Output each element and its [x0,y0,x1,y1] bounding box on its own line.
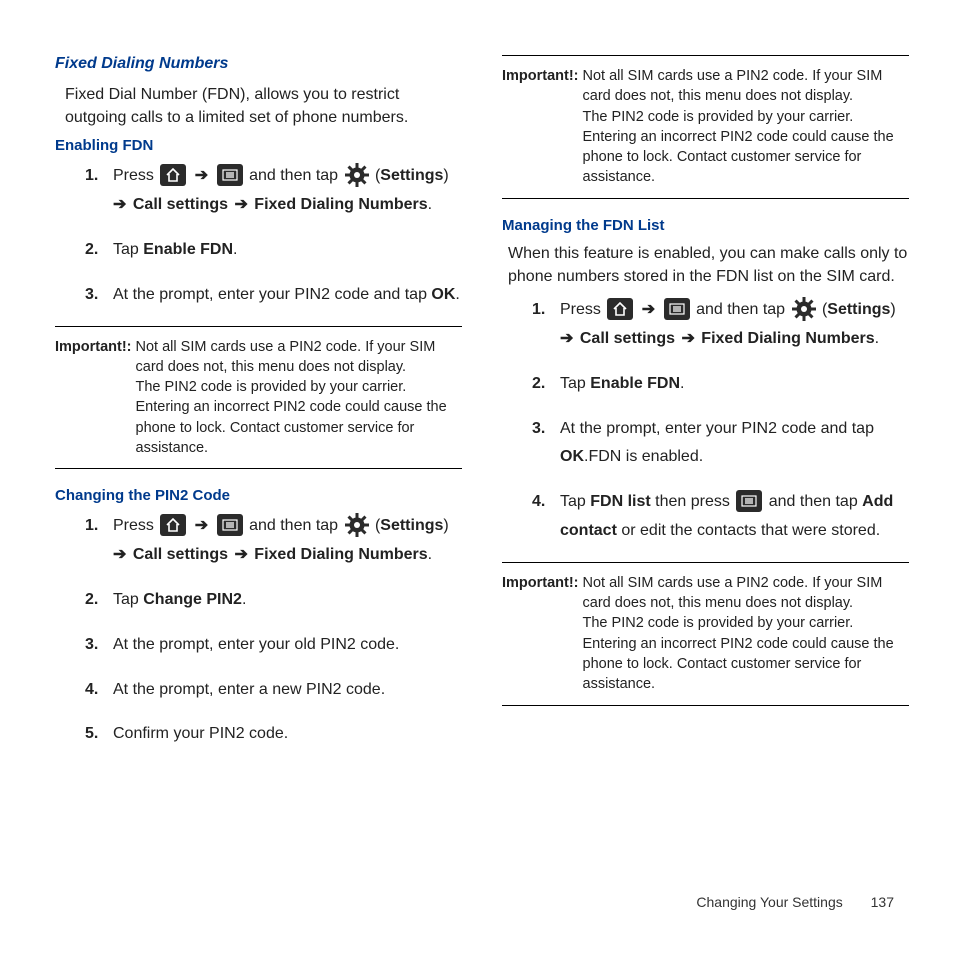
bold: Enable FDN [590,375,680,392]
important-line: Not all SIM cards use a PIN2 code. If yo… [583,66,909,107]
bold: Call settings [580,330,675,347]
step-1: Press ➔ and then tap (Settings) ➔ Call s… [85,162,462,220]
gear-icon [345,513,369,537]
right-column: Important!: Not all SIM cards use a PIN2… [502,55,909,765]
bold: Fixed Dialing Numbers [254,196,427,213]
important-label: Important!: [502,66,583,188]
arrow: ➔ [188,167,214,184]
important-line: Not all SIM cards use a PIN2 code. If yo… [136,337,462,378]
step-2: Tap Enable FDN. [532,370,909,399]
step-3: At the prompt, enter your old PIN2 code. [85,631,462,660]
important-line: The PIN2 code is provided by your carrie… [583,107,909,188]
text: Tap [113,241,143,258]
page-footer: Changing Your Settings 137 [696,894,894,910]
steps-changing: Press ➔ and then tap (Settings) ➔ Call s… [85,512,462,749]
important-note: Important!: Not all SIM cards use a PIN2… [55,326,462,470]
home-icon [160,164,186,186]
text: and then tap [764,493,862,510]
gear-icon [792,297,816,321]
text: Tap [560,493,590,510]
text: At the prompt, enter your PIN2 code and … [560,420,874,437]
home-icon [607,298,633,320]
bold: Call settings [133,196,228,213]
important-label: Important!: [502,573,583,695]
text: and then tap [692,301,790,318]
text: .FDN is enabled. [584,448,703,465]
bold: Change PIN2 [143,591,242,608]
bold: Settings [827,301,890,318]
step-4: Tap FDN list then press and then tap Add… [532,488,909,546]
text: Press [560,301,605,318]
menu-icon [736,490,762,512]
section-title: Fixed Dialing Numbers [55,55,462,73]
subheading-enabling-fdn: Enabling FDN [55,137,462,154]
important-label: Important!: [55,337,136,459]
menu-icon [217,514,243,536]
arrow: ➔ [228,196,254,213]
arrow: ➔ [635,301,661,318]
steps-managing: Press ➔ and then tap (Settings) ➔ Call s… [532,296,909,546]
important-line: Not all SIM cards use a PIN2 code. If yo… [583,573,909,614]
text: . [680,375,684,392]
text: At the prompt, enter your PIN2 code and … [113,286,431,303]
text: Tap [560,375,590,392]
text: Tap [113,591,143,608]
text: and then tap [245,167,343,184]
text: . [428,546,432,563]
left-column: Fixed Dialing Numbers Fixed Dial Number … [55,55,462,765]
step-3: At the prompt, enter your PIN2 code and … [85,281,462,310]
text: . [428,196,432,213]
step-1: Press ➔ and then tap (Settings) ➔ Call s… [532,296,909,354]
text: Press [113,517,158,534]
text: . [233,241,237,258]
steps-enabling: Press ➔ and then tap (Settings) ➔ Call s… [85,162,462,309]
text: and then tap [245,517,343,534]
step-3: At the prompt, enter your PIN2 code and … [532,415,909,473]
step-1: Press ➔ and then tap (Settings) ➔ Call s… [85,512,462,570]
bold: Call settings [133,546,228,563]
bold: Settings [380,167,443,184]
arrow: ➔ [228,546,254,563]
text: . [455,286,459,303]
step-4: At the prompt, enter a new PIN2 code. [85,676,462,705]
bold: OK [431,286,455,303]
text: or edit the contacts that were stored. [617,522,880,539]
text: then press [651,493,735,510]
important-note: Important!: Not all SIM cards use a PIN2… [502,562,909,706]
text: . [875,330,879,347]
text: . [242,591,246,608]
bold: FDN list [590,493,650,510]
important-line: The PIN2 code is provided by your carrie… [583,613,909,694]
bold: Fixed Dialing Numbers [254,546,427,563]
subheading-changing-pin2: Changing the PIN2 Code [55,487,462,504]
home-icon [160,514,186,536]
page-number: 137 [871,894,894,910]
bold: Fixed Dialing Numbers [701,330,874,347]
bold: Settings [380,517,443,534]
important-note: Important!: Not all SIM cards use a PIN2… [502,55,909,199]
step-2: Tap Enable FDN. [85,236,462,265]
bold: Enable FDN [143,241,233,258]
intro-text: Fixed Dial Number (FDN), allows you to r… [65,83,462,129]
menu-icon [664,298,690,320]
subheading-managing-fdn: Managing the FDN List [502,217,909,234]
intro-text: When this feature is enabled, you can ma… [508,242,909,288]
chapter-name: Changing Your Settings [696,894,842,910]
step-5: Confirm your PIN2 code. [85,720,462,749]
step-2: Tap Change PIN2. [85,586,462,615]
arrow: ➔ [675,330,701,347]
text: Press [113,167,158,184]
important-line: The PIN2 code is provided by your carrie… [136,377,462,458]
arrow: ➔ [188,517,214,534]
bold: OK [560,448,584,465]
menu-icon [217,164,243,186]
gear-icon [345,163,369,187]
